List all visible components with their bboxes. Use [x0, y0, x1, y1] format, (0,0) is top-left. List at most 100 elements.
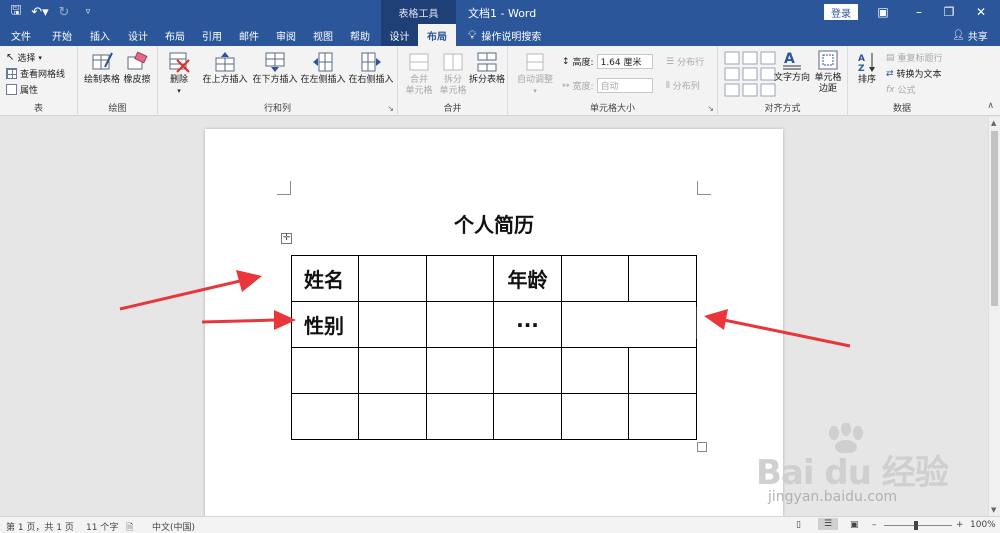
proofing-icon[interactable]: 🗎︎: [126, 520, 133, 533]
web-layout-icon[interactable]: ▣: [850, 520, 859, 530]
merge-cells-button[interactable]: 合并 单元格: [402, 51, 436, 97]
insert-below-button[interactable]: 在下方插入: [250, 51, 300, 86]
table-cell[interactable]: 姓名: [291, 255, 359, 302]
table-cell[interactable]: [493, 347, 562, 394]
zoom-out-icon[interactable]: –: [872, 520, 877, 530]
tab-help[interactable]: 帮助: [342, 24, 378, 46]
customize-qat-icon[interactable]: ▿: [78, 2, 98, 22]
delete-button[interactable]: 删除 ▾: [162, 51, 196, 97]
table-cell[interactable]: [628, 347, 697, 394]
height-field: ↕ 高度: 1.64 厘米: [562, 54, 653, 69]
table-cell[interactable]: [358, 255, 427, 302]
eraser-button[interactable]: 橡皮擦: [120, 51, 154, 86]
dialog-launcher-icon[interactable]: ↘: [387, 104, 394, 113]
save-icon[interactable]: 🖫: [6, 2, 26, 22]
insert-above-button[interactable]: 在上方插入: [200, 51, 250, 86]
table-cell[interactable]: 性别: [291, 301, 359, 348]
tab-home[interactable]: 开始: [44, 24, 80, 46]
view-gridlines-button[interactable]: 查看网格线: [6, 67, 65, 80]
text-direction-button[interactable]: A 文字方向: [774, 49, 810, 84]
insert-right-button[interactable]: 在右侧插入: [346, 51, 396, 86]
convert-to-text-button[interactable]: ⇄ 转换为文本: [886, 67, 942, 81]
height-input[interactable]: 1.64 厘米: [596, 54, 653, 69]
ribbon-display-options-icon[interactable]: ▣: [870, 2, 896, 22]
select-button[interactable]: ↖ 选择 ▾: [6, 51, 42, 64]
zoom-slider[interactable]: [884, 525, 952, 526]
sort-button[interactable]: AZ 排序: [852, 51, 882, 86]
split-cells-icon: [443, 53, 463, 71]
table-row: [291, 347, 697, 394]
login-button[interactable]: 登录: [824, 4, 858, 20]
lightbulb-icon: 💡︎: [468, 27, 477, 42]
tab-table-design[interactable]: 设计: [381, 24, 418, 46]
tell-me-search[interactable]: 💡︎ 操作说明搜索: [468, 24, 541, 46]
distribute-cols-button[interactable]: ⫴ 分布列: [666, 79, 700, 93]
table-cell[interactable]: [628, 255, 697, 302]
cell-alignment-grid-icon[interactable]: [724, 51, 776, 97]
table-cell[interactable]: [358, 301, 427, 348]
table-cell[interactable]: [561, 301, 697, 348]
collapse-ribbon-icon[interactable]: ∧: [987, 101, 994, 111]
share-button[interactable]: 👤︎ 共享: [952, 24, 988, 46]
properties-button[interactable]: 属性: [6, 83, 38, 96]
formula-icon: fx: [886, 84, 895, 95]
insert-left-button[interactable]: 在左侧插入: [298, 51, 348, 86]
redo-icon[interactable]: ↻: [54, 2, 74, 22]
tab-table-layout[interactable]: 布局: [418, 24, 456, 46]
minimize-icon[interactable]: –: [906, 2, 932, 22]
table-cell[interactable]: 年龄: [493, 255, 562, 302]
page-info[interactable]: 第 1 页，共 1 页: [6, 520, 74, 533]
autofit-button[interactable]: 自动调整 ▾: [512, 51, 558, 97]
split-table-button[interactable]: 拆分表格: [468, 51, 506, 86]
tab-design[interactable]: 设计: [120, 24, 156, 46]
repeat-header-button[interactable]: ▤ 重复标题行: [886, 51, 943, 65]
formula-button[interactable]: fx 公式: [886, 83, 916, 97]
close-icon[interactable]: ✕: [968, 2, 994, 22]
table-resize-handle[interactable]: [697, 442, 707, 452]
print-layout-icon[interactable]: ☰: [818, 518, 839, 530]
zoom-level[interactable]: 100%: [970, 520, 996, 530]
tab-references[interactable]: 引用: [194, 24, 230, 46]
table-cell[interactable]: [358, 393, 427, 440]
table-cell[interactable]: [561, 255, 629, 302]
merge-cells-icon: [409, 53, 429, 71]
word-count[interactable]: 11 个字: [86, 520, 118, 533]
group-draw: 绘制表格 橡皮擦 绘图: [78, 46, 158, 116]
scroll-up-icon[interactable]: ▲: [991, 119, 996, 127]
resume-table[interactable]: 姓名 年龄性别 ···: [291, 255, 697, 440]
scroll-thumb[interactable]: [991, 131, 998, 306]
table-cell[interactable]: [426, 393, 494, 440]
tab-review[interactable]: 审阅: [268, 24, 304, 46]
cell-margins-button[interactable]: 单元格 边距: [810, 49, 846, 95]
table-cell[interactable]: [561, 347, 629, 394]
table-cell[interactable]: [426, 347, 494, 394]
table-cell[interactable]: [493, 393, 562, 440]
table-cell[interactable]: [561, 393, 629, 440]
width-input[interactable]: 自动: [596, 78, 653, 93]
tab-mailings[interactable]: 邮件: [231, 24, 267, 46]
table-cell[interactable]: [628, 393, 697, 440]
table-cell[interactable]: [291, 393, 359, 440]
draw-table-button[interactable]: 绘制表格: [84, 51, 120, 86]
table-cell[interactable]: ···: [493, 301, 562, 348]
zoom-slider-knob[interactable]: [914, 521, 918, 530]
table-cell[interactable]: [291, 347, 359, 394]
document-page[interactable]: 个人简历 ✛ 姓名 年龄 性别 ···: [205, 129, 783, 516]
tab-layout[interactable]: 布局: [157, 24, 193, 46]
table-cell[interactable]: [426, 255, 494, 302]
tab-file[interactable]: 文件: [4, 24, 38, 46]
table-move-handle-icon[interactable]: ✛: [281, 233, 292, 244]
tab-insert[interactable]: 插入: [82, 24, 118, 46]
zoom-in-icon[interactable]: +: [956, 520, 964, 530]
read-mode-icon[interactable]: ▯: [796, 520, 801, 530]
table-cell[interactable]: [358, 347, 427, 394]
split-cells-button[interactable]: 拆分 单元格: [436, 51, 470, 97]
baidu-watermark: Bai du 经验 jingyan.baidu.com: [756, 423, 992, 515]
restore-icon[interactable]: ❐: [936, 2, 962, 22]
table-cell[interactable]: [426, 301, 494, 348]
dialog-launcher-icon[interactable]: ↘: [707, 104, 714, 113]
language[interactable]: 中文(中国): [152, 520, 195, 533]
tab-view[interactable]: 视图: [305, 24, 341, 46]
undo-icon[interactable]: ↶▾: [30, 2, 50, 22]
distribute-rows-button[interactable]: ☰ 分布行: [666, 55, 704, 69]
